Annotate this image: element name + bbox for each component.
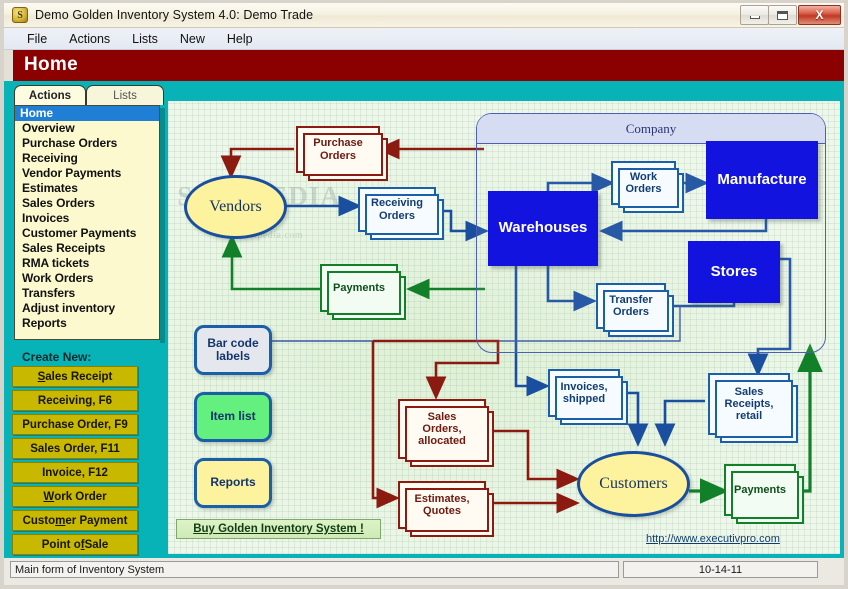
sidebar-item-sales-orders[interactable]: Sales Orders bbox=[15, 196, 159, 211]
maximize-icon bbox=[769, 6, 796, 24]
sidebar-item-home[interactable]: Home bbox=[15, 106, 159, 121]
node-manufacture-label: Manufacture bbox=[717, 170, 807, 188]
node-receiving-orders[interactable]: Receiving Orders bbox=[358, 187, 444, 240]
node-estimates-quotes-label: Estimates, Quotes bbox=[414, 492, 470, 517]
node-work-orders-label: Work Orders bbox=[625, 170, 662, 195]
sidebar-item-reports[interactable]: Reports bbox=[15, 316, 159, 331]
workflow-diagram: SOFTPEDIA www.softpedia.com Company Purc… bbox=[168, 101, 840, 554]
page-title: Home bbox=[24, 54, 78, 75]
page-header-bar bbox=[13, 50, 844, 81]
sidebar-item-work-orders[interactable]: Work Orders bbox=[15, 271, 159, 286]
create-work-order-button[interactable]: Work Order bbox=[12, 486, 138, 507]
status-message: Main form of Inventory System bbox=[10, 561, 619, 578]
sidebar-item-rma-tickets[interactable]: RMA tickets bbox=[15, 256, 159, 271]
node-reports-label: Reports bbox=[210, 475, 256, 490]
menu-item-help[interactable]: Help bbox=[216, 30, 264, 48]
website-link[interactable]: http://www.executivpro.com bbox=[646, 533, 780, 545]
node-vendor-payments[interactable]: Payments bbox=[320, 264, 406, 320]
status-date: 10-14-11 bbox=[623, 561, 818, 578]
node-reports[interactable]: Reports bbox=[194, 458, 272, 508]
sidebar-item-receiving[interactable]: Receiving bbox=[15, 151, 159, 166]
sidebar-item-adjust-inventory[interactable]: Adjust inventory bbox=[15, 301, 159, 316]
create-purchase-order-f9-button[interactable]: Purchase Order, F9 bbox=[12, 414, 138, 435]
node-work-orders[interactable]: Work Orders bbox=[611, 161, 684, 213]
sidebar-item-sales-receipts[interactable]: Sales Receipts bbox=[15, 241, 159, 256]
sidebar-item-purchase-orders[interactable]: Purchase Orders bbox=[15, 136, 159, 151]
minimize-button[interactable] bbox=[740, 5, 769, 25]
create-point-of-sale-button[interactable]: Point of Sale bbox=[12, 534, 138, 555]
node-customers-label: Customers bbox=[599, 475, 668, 493]
node-item-list[interactable]: Item list bbox=[194, 392, 272, 442]
node-vendor-payments-label: Payments bbox=[333, 281, 385, 294]
node-estimates-quotes[interactable]: Estimates, Quotes bbox=[398, 481, 494, 537]
node-invoices-shipped-label: Invoices, shipped bbox=[560, 380, 608, 405]
node-sales-orders-allocated-label: Sales Orders, allocated bbox=[418, 410, 466, 448]
sidebar-item-invoices[interactable]: Invoices bbox=[15, 211, 159, 226]
tab-actions[interactable]: Actions bbox=[14, 85, 86, 105]
sidebar-item-estimates[interactable]: Estimates bbox=[15, 181, 159, 196]
node-vendors[interactable]: Vendors bbox=[184, 175, 287, 239]
header-left-strip bbox=[4, 50, 13, 81]
create-new-label: Create New: bbox=[22, 350, 92, 364]
menu-item-lists[interactable]: Lists bbox=[121, 30, 169, 48]
application-window: Demo Golden Inventory System 4.0: Demo T… bbox=[0, 0, 848, 589]
minimize-icon bbox=[741, 6, 768, 24]
create-customer-payment-button[interactable]: Custo m er Payment bbox=[12, 510, 138, 531]
maximize-button[interactable] bbox=[768, 5, 797, 25]
node-bar-code-labels-label: Bar code labels bbox=[207, 335, 259, 363]
node-warehouses-label: Warehouses bbox=[498, 219, 588, 237]
company-group-label: Company bbox=[477, 114, 825, 144]
tab-lists[interactable]: Lists bbox=[86, 85, 164, 105]
node-stores[interactable]: Stores bbox=[688, 241, 780, 303]
node-customer-payments[interactable]: Payments bbox=[724, 464, 804, 524]
node-warehouses[interactable]: Warehouses bbox=[488, 191, 598, 266]
node-invoices-shipped[interactable]: Invoices, shipped bbox=[548, 369, 628, 425]
create-receiving-f6-button[interactable]: Receiving, F6 bbox=[12, 390, 138, 411]
node-vendors-label: Vendors bbox=[209, 198, 262, 216]
node-manufacture[interactable]: Manufacture bbox=[706, 141, 818, 219]
create-invoice-f12-button[interactable]: Invoice, F12 bbox=[12, 462, 138, 483]
status-bar: Main form of Inventory System 10-14-11 bbox=[4, 558, 844, 581]
window-title: Demo Golden Inventory System 4.0: Demo T… bbox=[35, 8, 314, 22]
node-sales-receipts-retail[interactable]: Sales Receipts, retail bbox=[708, 373, 798, 443]
title-bar: Demo Golden Inventory System 4.0: Demo T… bbox=[4, 3, 844, 28]
nav-panel-shadow bbox=[160, 108, 165, 343]
node-item-list-label: Item list bbox=[210, 409, 256, 424]
sidebar-item-overview[interactable]: Overview bbox=[15, 121, 159, 136]
close-button[interactable]: X bbox=[798, 5, 841, 25]
node-transfer-orders[interactable]: Transfer Orders bbox=[596, 283, 674, 337]
sidebar-item-vendor-payments[interactable]: Vendor Payments bbox=[15, 166, 159, 181]
node-customers[interactable]: Customers bbox=[577, 451, 690, 517]
node-purchase-orders[interactable]: Purchase Orders bbox=[296, 126, 388, 181]
menu-item-actions[interactable]: Actions bbox=[58, 30, 121, 48]
node-sales-receipts-retail-label: Sales Receipts, retail bbox=[724, 385, 774, 423]
menu-bar: File Actions Lists New Help bbox=[4, 28, 844, 50]
menu-item-file[interactable]: File bbox=[16, 30, 58, 48]
node-receiving-orders-label: Receiving Orders bbox=[371, 197, 423, 222]
node-sales-orders-allocated[interactable]: Sales Orders, allocated bbox=[398, 399, 494, 467]
menu-item-new[interactable]: New bbox=[169, 30, 216, 48]
close-icon: X bbox=[815, 8, 824, 22]
sidebar-item-transfers[interactable]: Transfers bbox=[15, 286, 159, 301]
sidebar-tabs: Actions Lists bbox=[14, 85, 174, 105]
node-transfer-orders-label: Transfer Orders bbox=[609, 293, 653, 318]
create-sales-receipt-button[interactable]: Sales Receipt bbox=[12, 366, 138, 387]
node-stores-label: Stores bbox=[710, 262, 758, 280]
buy-product-link[interactable]: Buy Golden Inventory System ! bbox=[176, 519, 381, 539]
node-bar-code-labels[interactable]: Bar code labels bbox=[194, 325, 272, 375]
window-controls: X bbox=[740, 5, 841, 25]
sidebar-nav-list: Home Overview Purchase Orders Receiving Vend… bbox=[14, 105, 160, 340]
sidebar-item-customer-payments[interactable]: Customer Payments bbox=[15, 226, 159, 241]
node-customer-payments-label: Payments bbox=[734, 483, 786, 496]
resize-grip-icon[interactable] bbox=[822, 561, 838, 578]
create-sales-order-f11-button[interactable]: Sales Order, F11 bbox=[12, 438, 138, 459]
app-gold-coin-icon bbox=[12, 7, 28, 23]
node-purchase-orders-label: Purchase Orders bbox=[313, 137, 363, 162]
